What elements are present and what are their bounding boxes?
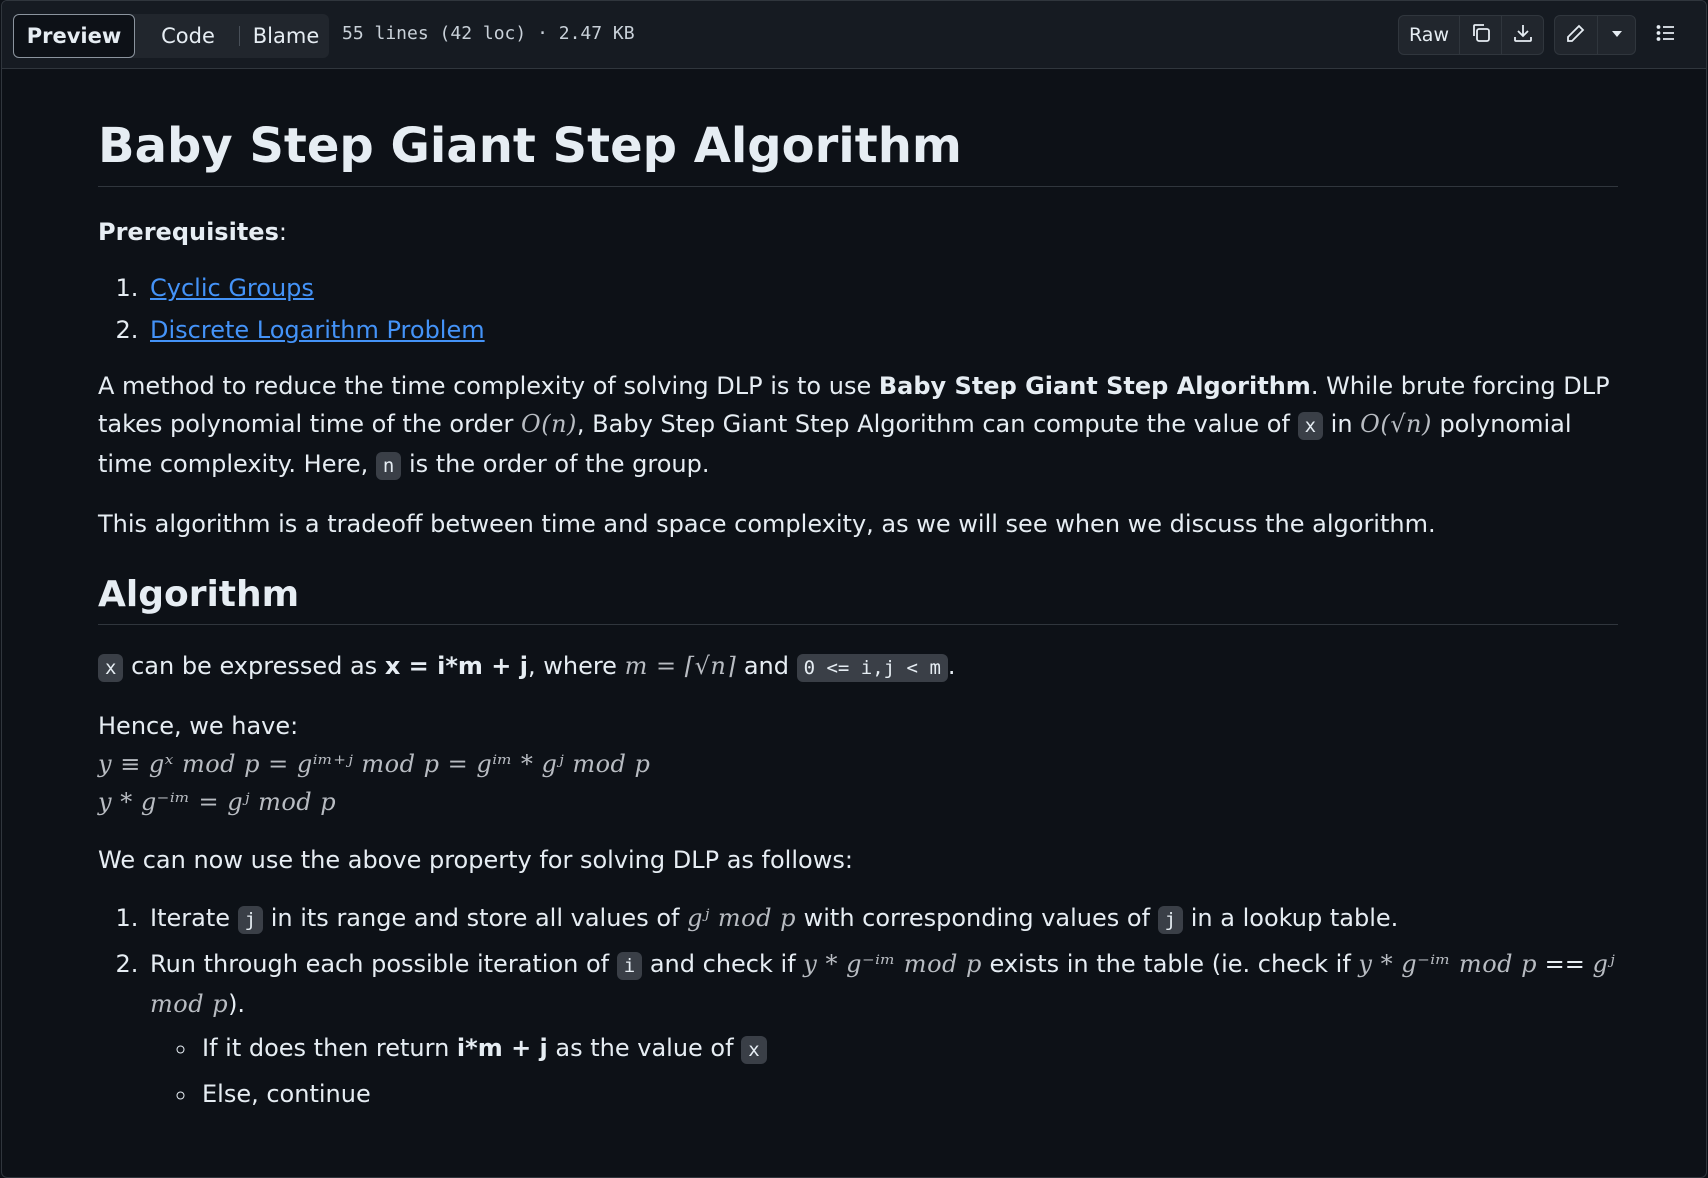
list-item: Iterate j in its range and store all val…: [146, 899, 1618, 939]
markdown-body: Baby Step Giant Step Algorithm Prerequis…: [98, 69, 1618, 1119]
math-big-o-sqrt-n: O(√n): [1360, 410, 1432, 439]
list-item: Discrete Logarithm Problem: [146, 311, 1618, 349]
list-item: Cyclic Groups: [146, 269, 1618, 307]
triangle-down-icon: [1605, 21, 1629, 49]
code-j: j: [1157, 906, 1184, 935]
math-big-o-n: O(n): [521, 410, 577, 439]
math-g-j-mod-p: gʲ mod p: [687, 904, 796, 933]
hence-paragraph: Hence, we have: y ≡ gˣ mod p = gⁱᵐ⁺ʲ mod…: [98, 707, 1618, 821]
bold-text: Baby Step Giant Step Algorithm: [878, 372, 1311, 401]
file-toolbar: Preview Code Blame 55 lines (42 loc) · 2…: [2, 1, 1706, 69]
intro-paragraph: A method to reduce the time complexity o…: [98, 367, 1618, 485]
copy-icon: [1469, 21, 1493, 49]
code-x: x: [98, 654, 124, 683]
outline-button[interactable]: [1646, 16, 1686, 54]
text: exists in the table (ie. check if: [981, 950, 1359, 979]
download-icon: [1511, 21, 1535, 49]
segment-divider: [239, 26, 240, 46]
equation-2: y * g⁻ⁱᵐ = gʲ mod p: [98, 788, 337, 817]
text: ).: [228, 990, 246, 1019]
solve-paragraph: We can now use the above property for so…: [98, 846, 853, 875]
list-item: Else, continue: [198, 1075, 1618, 1113]
prerequisites-label: Prerequisites: [98, 218, 279, 247]
code-x: x: [741, 1036, 767, 1065]
text: Iterate: [150, 904, 238, 933]
text: can be expressed as: [123, 652, 385, 681]
page-title: Baby Step Giant Step Algorithm: [98, 69, 1618, 188]
tab-preview[interactable]: Preview: [13, 14, 135, 58]
list-item: If it does then return i*m + j as the va…: [198, 1029, 1618, 1069]
hence-text: Hence, we have:: [98, 712, 299, 741]
link-cyclic-groups[interactable]: Cyclic Groups: [150, 274, 314, 302]
file-viewer: Preview Code Blame 55 lines (42 loc) · 2…: [1, 0, 1707, 1178]
math-y-g-im-mod-p: y * g⁻ⁱᵐ mod p: [803, 950, 982, 979]
text: Run through each possible iteration of: [150, 950, 617, 979]
sub-steps-list: If it does then return i*m + j as the va…: [150, 1029, 1618, 1113]
text: If it does then return: [202, 1034, 457, 1063]
bold-text: x = i*m + j: [384, 652, 528, 681]
pencil-icon: [1564, 21, 1588, 49]
steps-list: Iterate j in its range and store all val…: [98, 899, 1618, 1113]
file-info: 55 lines (42 loc) · 2.47 KB: [342, 23, 635, 44]
code-i: i: [616, 952, 643, 981]
prerequisites-colon: :: [278, 218, 287, 247]
copy-button[interactable]: [1459, 16, 1501, 54]
equation-1: y ≡ gˣ mod p = gⁱᵐ⁺ʲ mod p = gⁱᵐ * gʲ mo…: [98, 750, 651, 779]
raw-button[interactable]: Raw: [1399, 16, 1459, 54]
text: in a lookup table.: [1183, 904, 1399, 933]
edit-group: [1554, 15, 1636, 55]
list-item: Run through each possible iteration of i…: [146, 945, 1618, 1113]
tab-code[interactable]: Code: [141, 14, 235, 58]
expression-paragraph: x can be expressed as x = i*m + j, where…: [98, 647, 1618, 687]
text: and: [736, 652, 797, 681]
math-m-definition: m = ⌈√n⌉: [624, 652, 737, 681]
text: in its range and store all values of: [263, 904, 688, 933]
text: ==: [1537, 950, 1593, 979]
raw-copy-download-group: Raw: [1398, 15, 1544, 55]
text: , where: [527, 652, 625, 681]
text: and check if: [642, 950, 804, 979]
bold-text: i*m + j: [456, 1034, 548, 1063]
link-discrete-logarithm[interactable]: Discrete Logarithm Problem: [150, 316, 485, 344]
text: A method to reduce the time complexity o…: [98, 372, 879, 401]
code-x: x: [1297, 412, 1324, 441]
tab-blame[interactable]: Blame: [243, 14, 329, 58]
text: in: [1323, 410, 1361, 439]
text: , Baby Step Giant Step Algorithm can com…: [576, 410, 1298, 439]
text: .: [947, 652, 956, 681]
text: with corresponding values of: [796, 904, 1158, 933]
list-icon: [1654, 21, 1678, 49]
text: as the value of: [547, 1034, 742, 1063]
tradeoff-paragraph: This algorithm is a tradeoff between tim…: [98, 510, 1436, 539]
text: is the order of the group.: [401, 450, 710, 479]
edit-button[interactable]: [1555, 16, 1597, 54]
prerequisites-list: Cyclic Groups Discrete Logarithm Problem: [98, 269, 1618, 349]
edit-dropdown-button[interactable]: [1597, 16, 1635, 54]
download-button[interactable]: [1501, 16, 1543, 54]
code-j: j: [237, 906, 264, 935]
view-mode-segmented-control: Preview Code Blame: [13, 14, 329, 58]
algorithm-heading: Algorithm: [98, 573, 1618, 626]
math-y-g-im-mod-p: y * g⁻ⁱᵐ mod p: [1358, 950, 1537, 979]
code-range: 0 <= i,j < m: [796, 654, 948, 683]
code-n: n: [375, 452, 402, 481]
prerequisites-line: Prerequisites:: [98, 213, 1618, 251]
